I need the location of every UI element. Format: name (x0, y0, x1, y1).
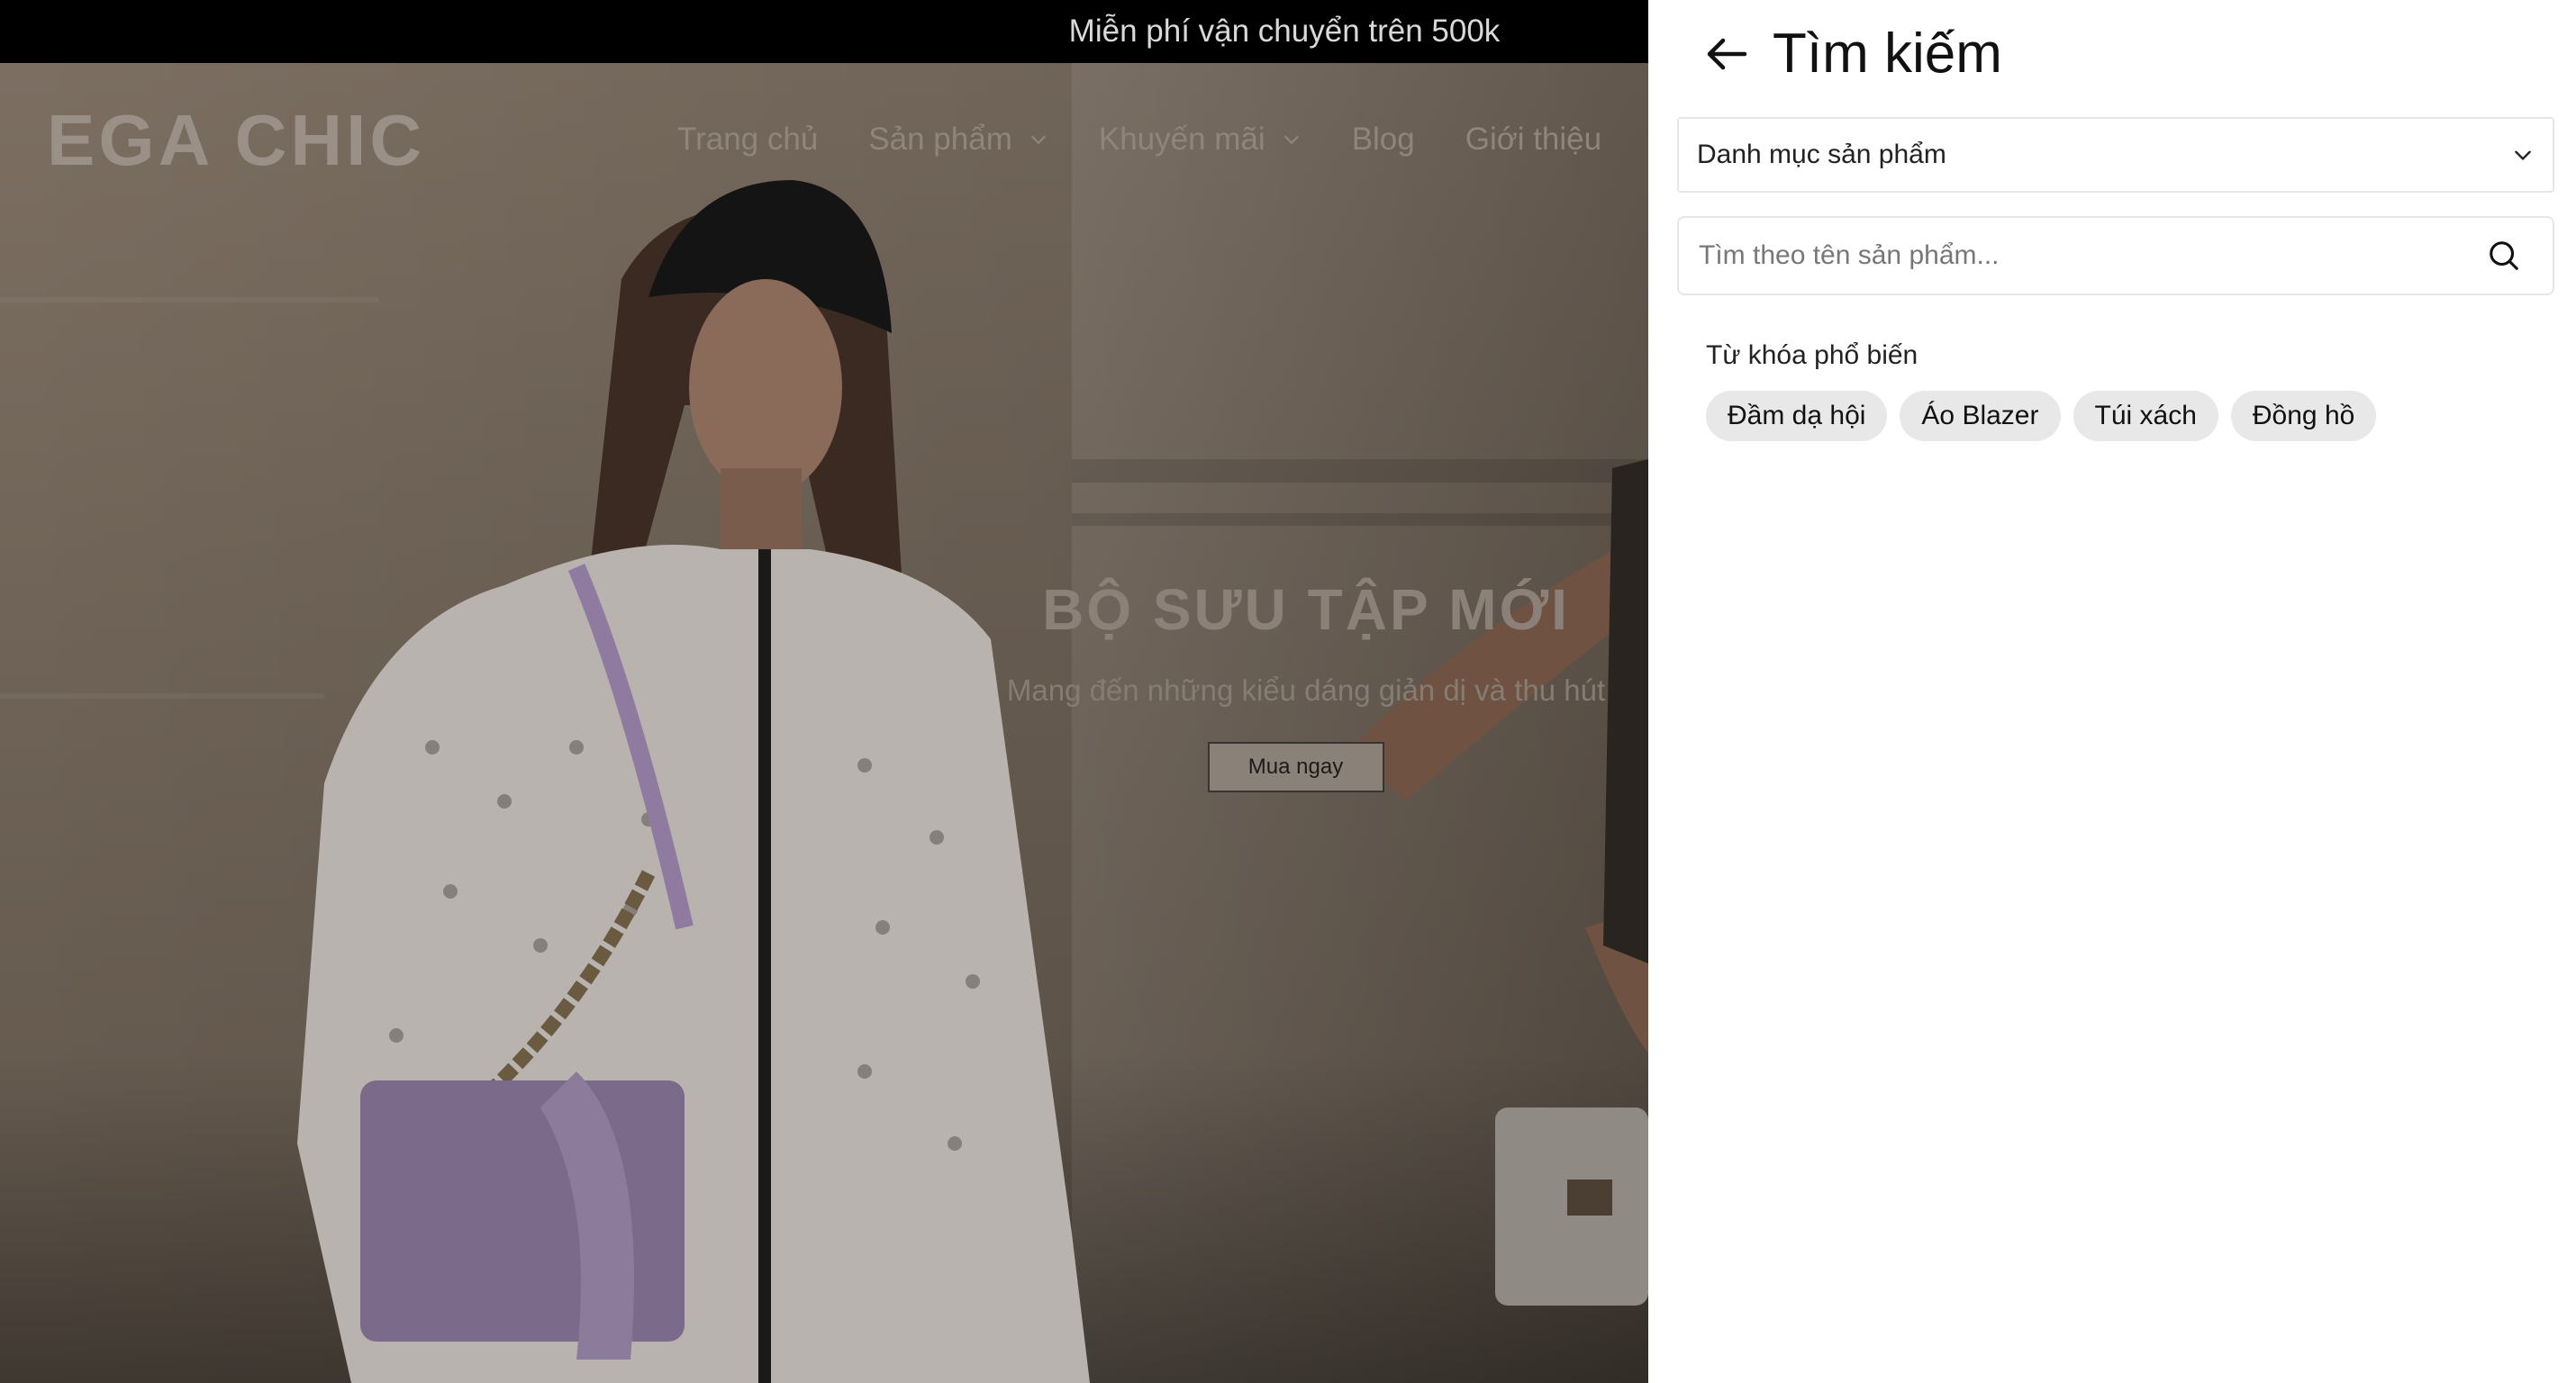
nav-item-promotions[interactable]: Khuyến mãi (1099, 122, 1302, 158)
nav-item-home[interactable]: Trang chủ (677, 122, 818, 158)
search-panel: Tìm kiếm Danh mục sản phẩm Từ khóa phổ b… (1648, 0, 2576, 1383)
search-icon (2490, 241, 2518, 270)
nav-item-label: Trang chủ (677, 122, 819, 157)
search-field (1677, 216, 2554, 295)
chevron-down-icon (1030, 135, 1046, 145)
nav-item-products[interactable]: Sản phẩm (868, 122, 1048, 158)
keyword-chip[interactable]: Túi xách (2073, 391, 2218, 441)
search-panel-header: Tìm kiếm (1699, 22, 2002, 86)
category-select[interactable]: Danh mục sản phẩm (1677, 117, 2554, 193)
hero-title: BỘ SƯU TẬP MỚI (1042, 577, 1570, 642)
search-input[interactable] (1697, 240, 2482, 272)
popular-keywords-list: Đầm dạ hội Áo Blazer Túi xách Đồng hồ (1706, 391, 2389, 441)
category-select-value: Danh mục sản phẩm (1697, 140, 1946, 169)
nav-item-label: Khuyến mãi (1098, 122, 1265, 157)
site-header: EGA CHIC Trang chủ Sản phẩm Khuyến mãi B… (0, 63, 1696, 216)
keyword-chip[interactable]: Áo Blazer (1900, 391, 2061, 441)
keyword-chip[interactable]: Đầm dạ hội (1706, 391, 1888, 441)
back-button[interactable] (1699, 26, 1755, 82)
main-nav: Trang chủ Sản phẩm Khuyến mãi Blog Giới … (677, 122, 1746, 158)
hero-subtitle: Mang đến những kiểu dáng giản dị và thu … (1006, 673, 1606, 707)
chevron-down-icon (1283, 135, 1299, 145)
hero-content: BỘ SƯU TẬP MỚI Mang đến những kiểu dáng … (901, 576, 1711, 792)
nav-item-label: Blog (1351, 122, 1415, 157)
arrow-left-icon (1707, 38, 1747, 69)
chevron-down-icon (2515, 150, 2531, 161)
nav-item-blog[interactable]: Blog (1352, 122, 1415, 158)
search-panel-title: Tìm kiếm (1773, 23, 2002, 85)
keyword-chip[interactable]: Đồng hồ (2230, 391, 2377, 441)
popular-keywords-title: Từ khóa phổ biến (1706, 340, 1918, 370)
shop-now-button[interactable]: Mua ngay (1207, 742, 1384, 792)
nav-item-label: Giới thiệu (1465, 122, 1602, 157)
nav-item-label: Sản phẩm (868, 122, 1012, 157)
brand-logo[interactable]: EGA CHIC (47, 99, 425, 182)
announcement-text: Miễn phí vận chuyển trên 500k (1068, 14, 1501, 49)
handbag-shape (360, 1080, 685, 1342)
search-submit-button[interactable] (2482, 234, 2526, 277)
nav-item-about[interactable]: Giới thiệu (1465, 122, 1601, 158)
